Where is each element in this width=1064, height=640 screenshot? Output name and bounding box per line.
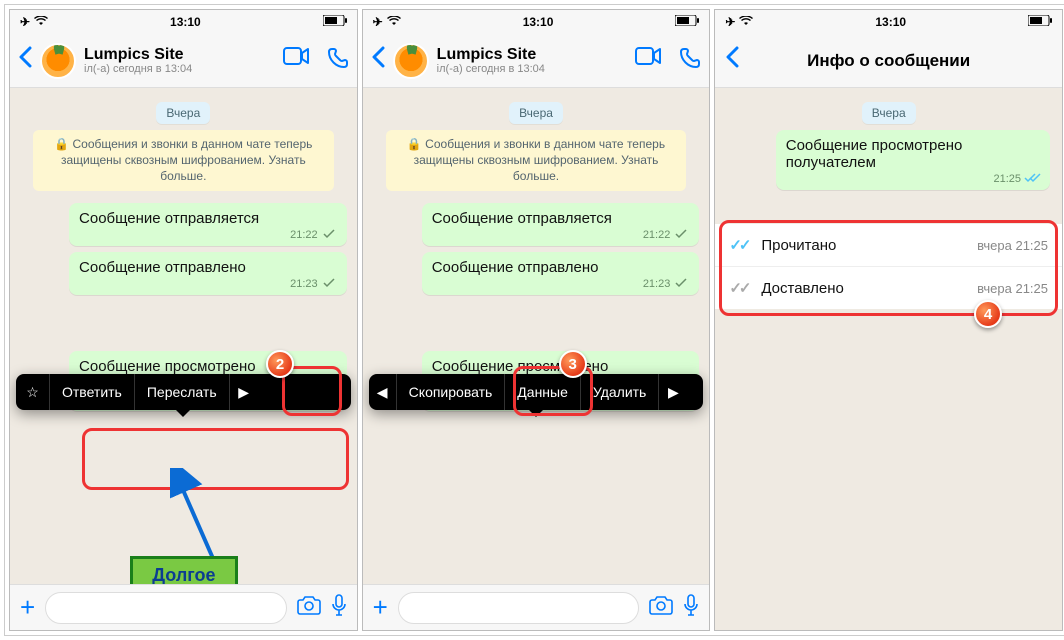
single-tick-icon (673, 278, 689, 288)
read-time: вчера 21:25 (977, 238, 1048, 253)
voice-call-icon[interactable] (327, 47, 349, 75)
wifi-icon (34, 15, 48, 29)
date-chip: Вчера (862, 102, 916, 124)
single-tick-icon (321, 229, 337, 239)
message-text: Сообщение отправлено (432, 259, 690, 276)
delivered-time: вчера 21:25 (977, 281, 1048, 296)
chat-header: Lumpics Site іл(-а) сегодня в 13:04 (10, 34, 357, 88)
hint-long-press: Долгое нажатие (130, 556, 238, 584)
context-menu: ◀ Скопировать Данные Удалить ▶ (369, 374, 704, 410)
status-bar: ✈ 13:10 (10, 10, 357, 34)
chat-title-block[interactable]: Lumpics Site іл(-а) сегодня в 13:04 (84, 46, 275, 76)
single-tick-icon (321, 278, 337, 288)
message-text: Сообщение отправляется (79, 210, 337, 227)
message-text: Сообщение отправляется (432, 210, 690, 227)
star-button[interactable]: ☆ (16, 374, 50, 410)
airplane-icon: ✈ (725, 15, 735, 29)
chat-title: Lumpics Site (84, 46, 275, 64)
message-bubble: Сообщение просмотрено получателем 21:25 (776, 130, 1050, 190)
encryption-notice[interactable]: 🔒 Сообщения и звонки в данном чате тепер… (386, 130, 687, 191)
message-text: Сообщение просмотрено получателем (786, 137, 1040, 171)
message-time: 21:22 (290, 229, 318, 241)
message-bubble[interactable]: Сообщение отправлено 21:23 (69, 252, 347, 295)
forward-button[interactable]: Переслать (135, 374, 230, 410)
chat-title: Lumpics Site (437, 46, 628, 64)
back-button[interactable] (18, 46, 32, 75)
voice-call-icon[interactable] (679, 47, 701, 75)
chat-subtitle: іл(-а) сегодня в 13:04 (437, 63, 628, 75)
battery-icon (1028, 15, 1052, 29)
step-badge-3: 3 (559, 350, 587, 378)
copy-button[interactable]: Скопировать (397, 374, 506, 410)
info-body: Вчера Сообщение просмотрено получателем … (715, 88, 1062, 630)
clock: 13:10 (170, 15, 201, 29)
chat-header: Lumpics Site іл(-а) сегодня в 13:04 (363, 34, 710, 88)
message-time: 21:23 (290, 278, 318, 290)
reply-button[interactable]: Ответить (50, 374, 135, 410)
chat-subtitle: іл(-а) сегодня в 13:04 (84, 63, 275, 75)
chat-title-block[interactable]: Lumpics Site іл(-а) сегодня в 13:04 (437, 46, 628, 76)
mic-icon[interactable] (683, 594, 699, 622)
wifi-icon (739, 15, 753, 29)
step-badge-4: 4 (974, 300, 1002, 328)
video-call-icon[interactable] (283, 47, 309, 75)
info-title: Инфо о сообщении (727, 51, 1050, 71)
phone-screen-1: ✈ 13:10 Lumpics Site іл(-а) сегодня в 13… (9, 9, 358, 631)
clock: 13:10 (523, 15, 554, 29)
info-row-delivered: ✓✓ Доставлено вчера 21:25 (715, 267, 1062, 309)
chat-area: Вчера 🔒 Сообщения и звонки в данном чате… (10, 88, 357, 584)
back-button[interactable] (371, 46, 385, 75)
status-bar: ✈ 13:10 (363, 10, 710, 34)
date-chip: Вчера (156, 102, 210, 124)
read-tick-icon: ✓✓ (729, 236, 751, 254)
airplane-icon: ✈ (373, 15, 383, 29)
more-arrow-button[interactable]: ▶ (230, 374, 258, 410)
info-header: Инфо о сообщении (715, 34, 1062, 88)
phone-screen-3: ✈ 13:10 Инфо о сообщении Вчера Сообщение… (714, 9, 1063, 631)
attach-button[interactable]: + (373, 592, 388, 623)
camera-icon[interactable] (297, 595, 321, 621)
message-text: Сообщение отправлено (79, 259, 337, 276)
info-list: ✓✓ Прочитано вчера 21:25 ✓✓ Доставлено в… (715, 224, 1062, 309)
encryption-notice[interactable]: 🔒 Сообщения и звонки в данном чате тепер… (33, 130, 334, 191)
message-input[interactable] (45, 592, 286, 624)
message-bubble[interactable]: Сообщение отправляется 21:22 (69, 203, 347, 246)
message-bubble[interactable]: Сообщение отправлено 21:23 (422, 252, 700, 295)
back-arrow-button[interactable]: ◀ (369, 374, 397, 410)
delete-button[interactable]: Удалить (581, 374, 659, 410)
input-footer: + (363, 584, 710, 630)
single-tick-icon (673, 229, 689, 239)
read-tick-icon (1024, 173, 1040, 183)
delivered-label: Доставлено (761, 280, 967, 297)
airplane-icon: ✈ (20, 15, 30, 29)
message-input[interactable] (398, 592, 639, 624)
clock: 13:10 (875, 15, 906, 29)
wifi-icon (387, 15, 401, 29)
info-button[interactable]: Данные (505, 374, 581, 410)
step-badge-2: 2 (266, 350, 294, 378)
more-arrow-button[interactable]: ▶ (659, 374, 687, 410)
avatar[interactable] (40, 43, 76, 79)
tutorial-canvas: ✈ 13:10 Lumpics Site іл(-а) сегодня в 13… (4, 4, 1064, 636)
read-label: Прочитано (761, 237, 967, 254)
mic-icon[interactable] (331, 594, 347, 622)
info-row-read: ✓✓ Прочитано вчера 21:25 (715, 224, 1062, 267)
attach-button[interactable]: + (20, 592, 35, 623)
battery-icon (323, 15, 347, 29)
context-menu: ☆ Ответить Переслать ▶ (16, 374, 351, 410)
status-bar: ✈ 13:10 (715, 10, 1062, 34)
delivered-tick-icon: ✓✓ (729, 279, 751, 297)
date-chip: Вчера (509, 102, 563, 124)
back-button[interactable] (725, 46, 739, 75)
battery-icon (675, 15, 699, 29)
avatar[interactable] (393, 43, 429, 79)
arrow-icon (170, 468, 230, 568)
chat-area: Вчера 🔒 Сообщения и звонки в данном чате… (363, 88, 710, 584)
video-call-icon[interactable] (635, 47, 661, 75)
message-bubble[interactable]: Сообщение отправляется 21:22 (422, 203, 700, 246)
phone-screen-2: ✈ 13:10 Lumpics Site іл(-а) сегодня в 13… (362, 9, 711, 631)
input-footer: + (10, 584, 357, 630)
camera-icon[interactable] (649, 595, 673, 621)
